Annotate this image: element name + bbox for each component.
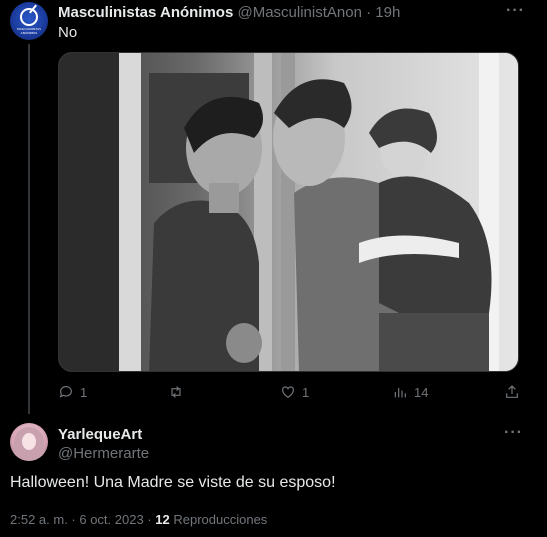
reply-timestamp[interactable]: 2:52 a. m. · 6 oct. 2023 · (10, 512, 152, 527)
separator-dot: · (366, 4, 372, 21)
reply-button[interactable]: 1 (58, 384, 87, 400)
retweet-icon (171, 386, 181, 398)
avatar-logo-text: MASCULINISTAS ANÓNIMOS (17, 27, 41, 35)
views-button[interactable]: 14 (392, 384, 428, 400)
avatar[interactable]: MASCULINISTAS ANÓNIMOS (10, 2, 48, 40)
tweet-photo[interactable] (58, 52, 519, 372)
reply-views-count: 12 (155, 512, 170, 527)
reply-views-label: Reproducciones (173, 512, 268, 527)
share-button[interactable] (504, 384, 520, 400)
reply-count: 1 (80, 384, 88, 400)
tweet-actions: 1 1 14 (58, 384, 520, 404)
retweet-button[interactable] (168, 384, 190, 400)
reply-author-name[interactable]: YarlequeArt (58, 426, 142, 443)
reply-text: Halloween! Una Madre se viste de su espo… (10, 474, 336, 491)
tweet-text: No (58, 24, 78, 41)
author-name[interactable]: Masculinistas Anónimos (58, 4, 233, 21)
reply-icon (59, 386, 72, 398)
like-icon (282, 386, 294, 399)
reply-avatar[interactable] (10, 423, 48, 461)
views-icon (394, 388, 406, 398)
share-icon (506, 385, 518, 398)
like-count: 1 (302, 384, 310, 400)
author-handle[interactable]: @MasculinistAnon (237, 4, 361, 21)
photo-image (59, 53, 518, 371)
logo-icon (20, 8, 38, 26)
thread-connector-line (28, 44, 30, 414)
reply-meta: 2:52 a. m. · 6 oct. 2023 · 12 Reproducci… (10, 512, 267, 527)
like-button[interactable]: 1 (280, 384, 309, 400)
tweet-time[interactable]: 19h (375, 4, 400, 21)
reply-author-handle[interactable]: @Hermerarte (58, 445, 149, 462)
reply-more-icon[interactable]: ··· (504, 424, 523, 442)
tweet-header: Masculinistas Anónimos @MasculinistAnon … (58, 4, 400, 21)
views-count: 14 (414, 384, 429, 400)
more-icon[interactable]: ··· (506, 2, 525, 20)
